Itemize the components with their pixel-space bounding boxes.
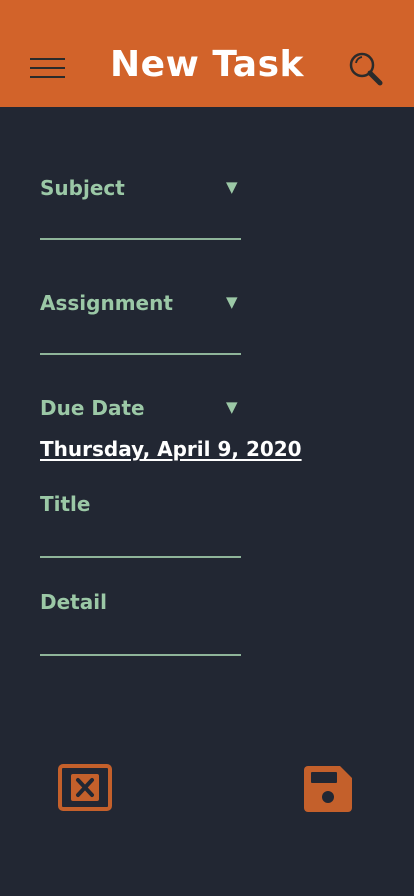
- close-square-icon: [58, 764, 112, 811]
- search-icon[interactable]: [348, 51, 384, 87]
- detail-input-underline: [40, 654, 241, 656]
- due-date-label: Due Date: [40, 396, 145, 420]
- dropdown-arrow-icon: ▼: [226, 178, 238, 196]
- due-date-value[interactable]: Thursday, April 9, 2020: [40, 437, 302, 461]
- app-header: New Task: [0, 0, 414, 107]
- assignment-dropdown[interactable]: Assignment ▼: [40, 291, 241, 357]
- title-label: Title: [40, 492, 91, 516]
- title-input-underline: [40, 556, 241, 558]
- dropdown-arrow-icon: ▼: [226, 398, 238, 416]
- detail-label: Detail: [40, 590, 107, 614]
- cancel-button[interactable]: [58, 764, 112, 812]
- subject-label: Subject: [40, 176, 125, 200]
- subject-dropdown[interactable]: Subject ▼: [40, 176, 241, 242]
- save-button[interactable]: [303, 765, 353, 813]
- assignment-underline: [40, 353, 241, 355]
- floppy-disk-save-icon: [304, 766, 352, 812]
- subject-underline: [40, 238, 241, 240]
- title-field[interactable]: Title: [40, 492, 241, 560]
- detail-field[interactable]: Detail: [40, 590, 241, 658]
- dropdown-arrow-icon: ▼: [226, 293, 238, 311]
- due-date-dropdown[interactable]: Due Date ▼: [40, 396, 241, 426]
- assignment-label: Assignment: [40, 291, 173, 315]
